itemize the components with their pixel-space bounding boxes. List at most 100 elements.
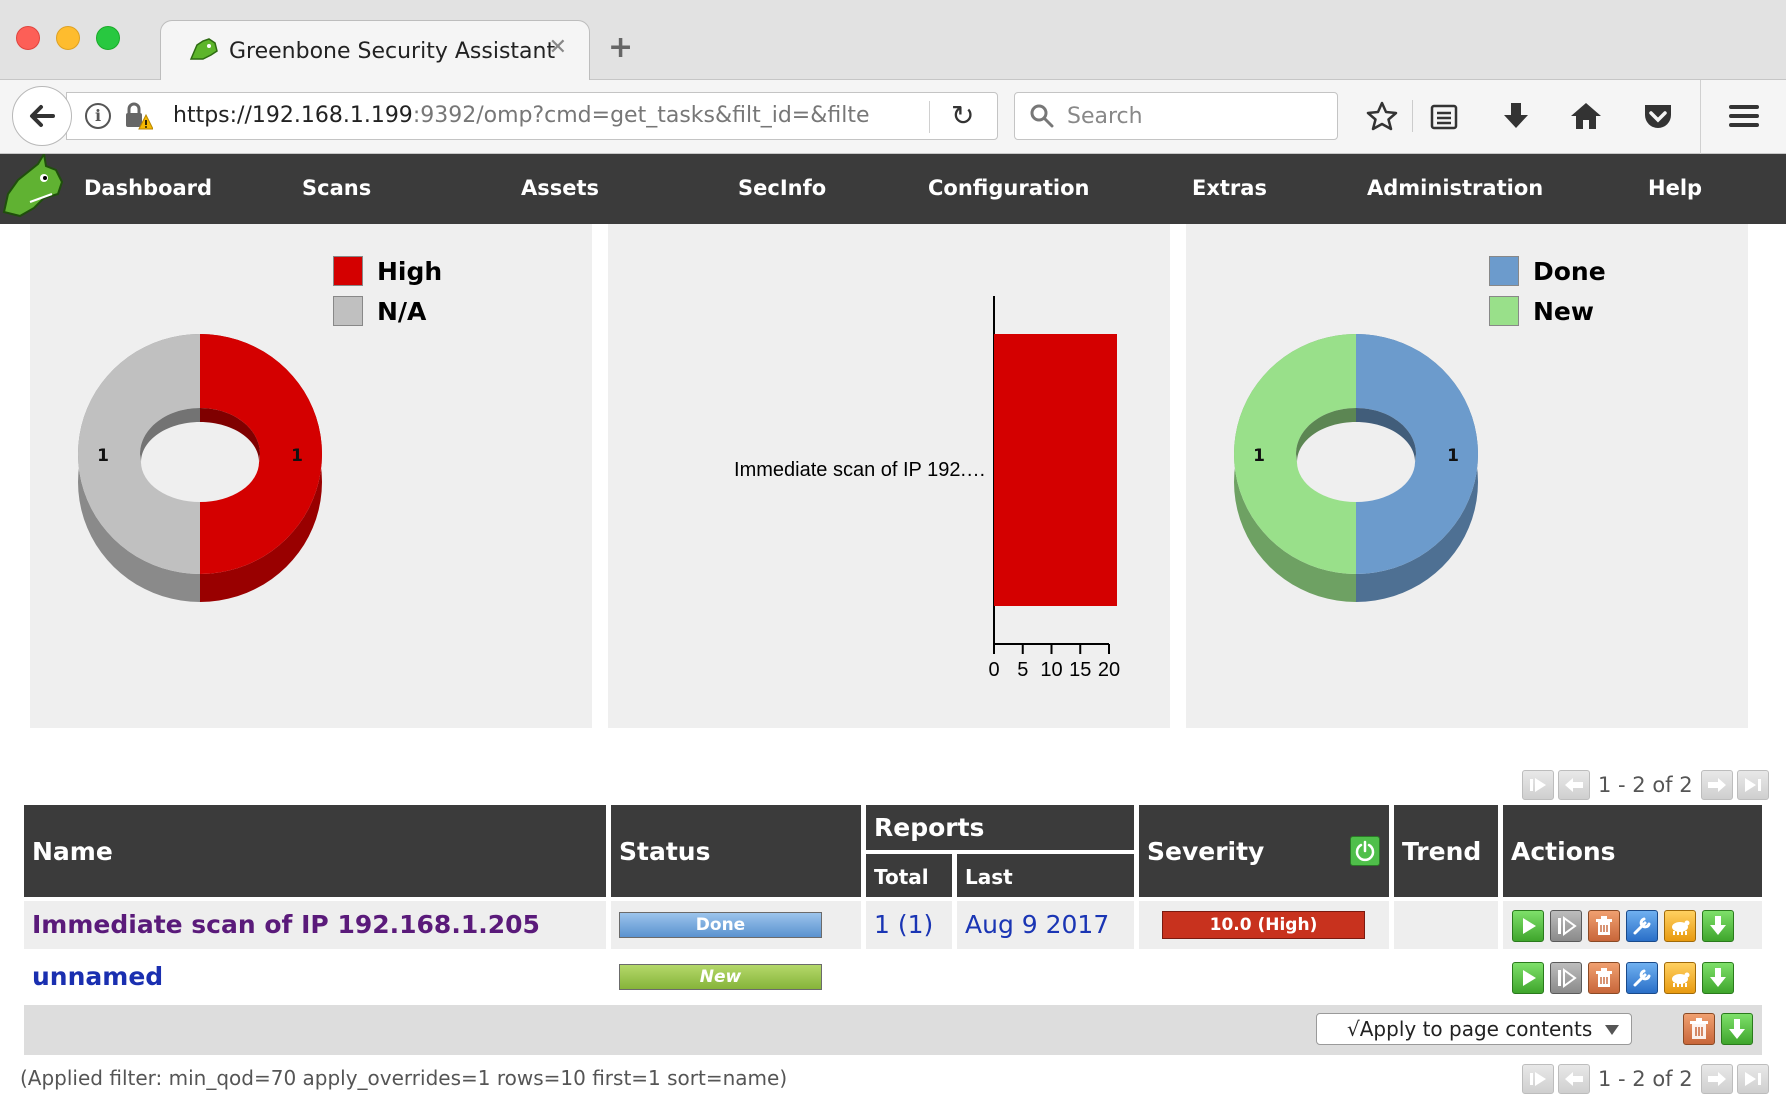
legend-item-high: High	[333, 256, 442, 286]
browser-titlebar: Greenbone Security Assistant ✕ +	[0, 0, 1786, 81]
header-label-status: Status	[619, 837, 711, 866]
resume-task-icon[interactable]	[1550, 910, 1582, 942]
greenbone-favicon-icon	[189, 38, 218, 60]
column-header-severity[interactable]: Severity	[1139, 805, 1389, 897]
home-icon[interactable]	[1568, 98, 1604, 134]
delete-task-icon[interactable]	[1588, 910, 1620, 942]
next-page-button[interactable]	[1700, 770, 1733, 800]
minimize-window-button[interactable]	[56, 26, 80, 50]
nav-extras[interactable]: Extras	[1192, 176, 1267, 200]
donut-hole	[141, 422, 259, 502]
previous-page-button[interactable]	[1558, 770, 1590, 800]
status-donut-chart: 11	[1234, 334, 1478, 602]
severity-chart-panel: High N/A 11	[30, 224, 592, 728]
legend-item-new: New	[1489, 296, 1594, 326]
first-page-button[interactable]	[1522, 1064, 1554, 1094]
pager-top: 1 - 2 of 2	[1520, 770, 1771, 800]
previous-page-button[interactable]	[1558, 1064, 1590, 1094]
greenbone-logo-icon[interactable]	[0, 154, 70, 224]
legend-label-new: New	[1533, 296, 1594, 326]
dropdown-arrow-icon	[1605, 1025, 1619, 1035]
resume-task-icon[interactable]	[1550, 962, 1582, 994]
column-header-last[interactable]: Last	[957, 854, 1134, 897]
next-page-button[interactable]	[1700, 1064, 1733, 1094]
header-label-trend: Trend	[1402, 837, 1482, 866]
maximize-window-button[interactable]	[96, 26, 120, 50]
edit-task-icon[interactable]	[1626, 910, 1658, 942]
column-header-total[interactable]: Total	[866, 854, 952, 897]
pocket-icon[interactable]	[1640, 98, 1676, 134]
header-label-last: Last	[965, 865, 1013, 889]
start-task-icon[interactable]	[1512, 910, 1544, 942]
first-page-button[interactable]	[1522, 770, 1554, 800]
last-page-button[interactable]	[1736, 770, 1769, 800]
info-icon[interactable]: i	[85, 103, 111, 129]
donut-value-label-done: 1	[1447, 446, 1459, 466]
nav-help[interactable]: Help	[1648, 176, 1702, 200]
clone-task-icon[interactable]	[1664, 962, 1696, 994]
donut-value-label-high: 1	[291, 446, 303, 466]
edit-task-icon[interactable]	[1626, 962, 1658, 994]
url-text[interactable]: https://192.168.1.199:9392/omp?cmd=get_t…	[173, 103, 873, 128]
back-arrow-icon	[30, 105, 55, 127]
report-last-link[interactable]: Aug 9 2017	[965, 910, 1109, 939]
export-task-icon[interactable]	[1702, 910, 1734, 942]
task-name-link[interactable]: unnamed	[32, 962, 163, 991]
bar-0	[994, 334, 1117, 606]
export-task-icon[interactable]	[1702, 962, 1734, 994]
column-header-status[interactable]: Status	[611, 805, 861, 897]
new-tab-icon[interactable]: +	[608, 30, 633, 65]
reload-icon[interactable]: ↻	[951, 99, 974, 132]
column-header-actions: Actions	[1503, 805, 1762, 897]
report-total-link[interactable]: 1 (1)	[874, 910, 933, 939]
start-task-icon[interactable]	[1512, 962, 1544, 994]
nav-scans[interactable]: Scans	[302, 176, 371, 200]
close-window-button[interactable]	[16, 26, 40, 50]
x-tick-label: 0	[988, 659, 999, 681]
nav-configuration[interactable]: Configuration	[928, 176, 1089, 200]
menu-hamburger-icon[interactable]	[1726, 98, 1762, 134]
status-progress-bar: Done	[619, 912, 822, 938]
legend-swatch-na	[333, 296, 363, 326]
bookmark-star-icon[interactable]	[1364, 98, 1400, 134]
x-tick-label: 10	[1040, 659, 1062, 681]
browser-search-box[interactable]: Search	[1014, 92, 1338, 140]
download-icon[interactable]	[1498, 98, 1534, 134]
column-header-reports: Reports	[866, 805, 1134, 850]
header-label-reports: Reports	[874, 813, 985, 842]
column-header-name[interactable]: Name	[24, 805, 606, 897]
task-bar-chart: Immediate scan of IP 192.… 0 5 10 15 20	[734, 296, 1120, 681]
insecure-lock-icon[interactable]	[123, 101, 153, 131]
url-path: :9392/omp?cmd=get_tasks&filt_id=&filte	[412, 103, 870, 128]
back-button[interactable]	[12, 86, 72, 146]
nav-assets[interactable]: Assets	[521, 176, 599, 200]
apply-to-select[interactable]: √Apply to page contents	[1316, 1013, 1632, 1045]
clone-task-icon[interactable]	[1664, 910, 1696, 942]
last-page-button[interactable]	[1736, 1064, 1769, 1094]
pager-text: 1 - 2 of 2	[1598, 773, 1693, 797]
row-cell-trend	[1394, 901, 1498, 949]
overrides-toggle-icon[interactable]	[1350, 836, 1380, 866]
url-separator	[929, 101, 930, 133]
reading-list-icon[interactable]	[1426, 98, 1462, 134]
legend-swatch-new	[1489, 296, 1519, 326]
header-label-total: Total	[874, 865, 929, 889]
tab-close-icon[interactable]: ✕	[549, 35, 567, 60]
donut-value-label-n-a: 1	[97, 446, 109, 466]
apply-to-label: √Apply to page contents	[1347, 1017, 1593, 1041]
nav-dashboard[interactable]: Dashboard	[84, 176, 212, 200]
column-header-trend[interactable]: Trend	[1394, 805, 1498, 897]
nav-administration[interactable]: Administration	[1367, 176, 1543, 200]
delete-task-icon[interactable]	[1588, 962, 1620, 994]
bulk-trash-icon[interactable]	[1683, 1013, 1715, 1045]
bulk-export-icon[interactable]	[1721, 1013, 1753, 1045]
legend-label-done: Done	[1533, 256, 1606, 286]
severity-donut-chart: 11	[78, 334, 322, 602]
browser-tab[interactable]: Greenbone Security Assistant ✕	[160, 20, 590, 81]
toolbar-divider	[1700, 80, 1701, 154]
url-bar[interactable]: i https://192.168.1.199:9392/omp?cmd=get…	[66, 92, 998, 140]
nav-secinfo[interactable]: SecInfo	[738, 176, 826, 200]
toolbar-divider	[1412, 100, 1413, 132]
legend-label-na: N/A	[377, 296, 427, 326]
task-name-link[interactable]: Immediate scan of IP 192.168.1.205	[32, 910, 540, 939]
